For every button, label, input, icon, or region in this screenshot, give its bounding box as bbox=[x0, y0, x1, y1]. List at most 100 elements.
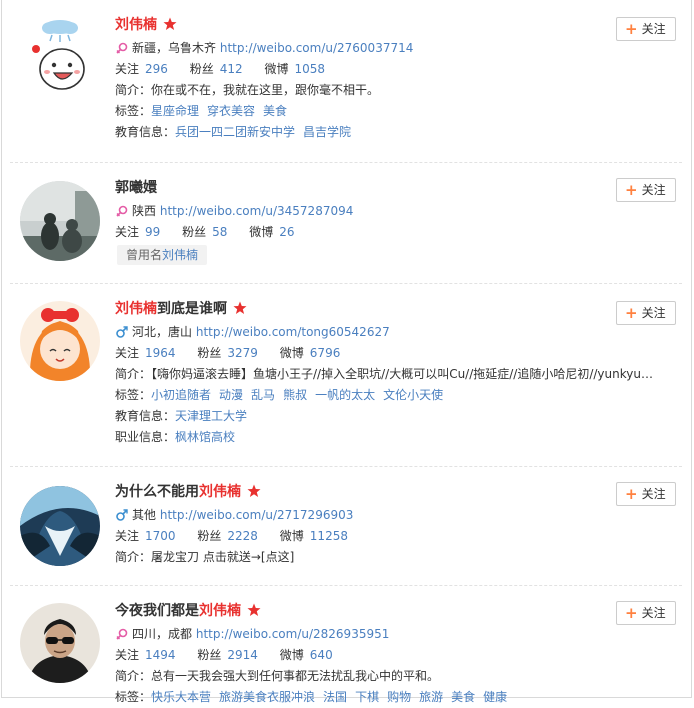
follow-label: 关注 bbox=[641, 606, 666, 620]
tags-label: 标签： bbox=[115, 690, 152, 704]
edu-label: 教育信息： bbox=[115, 125, 176, 139]
female-icon bbox=[116, 205, 128, 217]
tag[interactable]: 小初追随者 bbox=[151, 388, 211, 402]
user-name-part[interactable]: 刘伟楠 bbox=[115, 17, 157, 33]
follow-button[interactable]: + 关注 bbox=[616, 482, 676, 506]
posts-label: 微博 bbox=[279, 529, 304, 543]
posts-label: 微博 bbox=[264, 62, 289, 76]
bio-text: 屠龙宝刀 点击就送→[点这] bbox=[151, 550, 295, 564]
follow-button[interactable]: + 关注 bbox=[616, 301, 676, 325]
posts-count[interactable]: 640 bbox=[310, 648, 333, 662]
plus-icon: + bbox=[625, 485, 638, 503]
user-name[interactable]: 今夜我们都是刘伟楠 bbox=[115, 601, 595, 621]
following-label: 关注 bbox=[115, 346, 140, 360]
fans-count[interactable]: 58 bbox=[212, 225, 227, 239]
follow-button[interactable]: + 关注 bbox=[616, 178, 676, 202]
tag[interactable]: 动漫 bbox=[219, 388, 243, 402]
user-name-part[interactable]: 到底是谁啊 bbox=[157, 301, 227, 317]
follow-button[interactable]: + 关注 bbox=[616, 601, 676, 625]
school-link[interactable]: 天津理工大学 bbox=[175, 409, 247, 423]
bio-label: 简介： bbox=[115, 669, 152, 683]
user-name[interactable]: 刘伟楠 bbox=[115, 15, 595, 35]
avatar[interactable] bbox=[20, 301, 100, 381]
school-link[interactable]: 兵团一四二团新安中学 bbox=[175, 125, 295, 139]
fans-count[interactable]: 2914 bbox=[227, 648, 258, 662]
tag[interactable]: 快乐大本营 bbox=[151, 690, 211, 704]
user-name-part[interactable]: 郭曦嬛 bbox=[115, 180, 157, 196]
user-name-part[interactable]: 刘伟楠 bbox=[199, 484, 241, 500]
used-name-label: 曾用名 bbox=[126, 248, 163, 262]
female-icon bbox=[116, 42, 128, 54]
user-name-part[interactable]: 今夜我们都是 bbox=[115, 603, 199, 619]
fans-label: 粉丝 bbox=[182, 225, 207, 239]
posts-count[interactable]: 11258 bbox=[310, 529, 348, 543]
avatar[interactable] bbox=[20, 181, 100, 261]
divider bbox=[10, 585, 682, 586]
location: 陕西 bbox=[132, 204, 157, 218]
avatar[interactable] bbox=[20, 486, 100, 566]
edu-label: 教育信息： bbox=[115, 409, 176, 423]
tag[interactable]: 下棋 bbox=[355, 690, 379, 704]
tag[interactable]: 星座命理 bbox=[151, 104, 199, 118]
follow-button[interactable]: + 关注 bbox=[616, 17, 676, 41]
tag[interactable]: 美食 bbox=[451, 690, 475, 704]
tag[interactable]: 穿衣美容 bbox=[207, 104, 255, 118]
following-count[interactable]: 1964 bbox=[145, 346, 176, 360]
user-name[interactable]: 郭曦嬛 bbox=[115, 178, 595, 198]
plus-icon: + bbox=[625, 304, 638, 322]
divider bbox=[10, 283, 682, 284]
user-name-part[interactable]: 刘伟楠 bbox=[199, 603, 241, 619]
profile-link[interactable]: http://weibo.com/tong60542627 bbox=[196, 325, 390, 339]
bio-text: 【嗨你妈逼滚去睡】鱼塘小王子//掉入全职坑//大概可以叫Cu//拖延症//追随小… bbox=[151, 367, 653, 381]
following-count[interactable]: 99 bbox=[145, 225, 160, 239]
following-count[interactable]: 1494 bbox=[145, 648, 176, 662]
location: 其他 bbox=[132, 508, 157, 522]
tag[interactable]: 文伦小天使 bbox=[383, 388, 443, 402]
divider bbox=[10, 466, 682, 467]
tags-label: 标签： bbox=[115, 388, 152, 402]
following-label: 关注 bbox=[115, 62, 140, 76]
plus-icon: + bbox=[625, 604, 638, 622]
avatar[interactable] bbox=[20, 603, 100, 683]
fans-count[interactable]: 2228 bbox=[227, 529, 258, 543]
avatar[interactable] bbox=[20, 15, 100, 95]
profile-link[interactable]: http://weibo.com/u/2826935951 bbox=[196, 627, 390, 641]
tag[interactable]: 健康 bbox=[483, 690, 507, 704]
posts-count[interactable]: 6796 bbox=[310, 346, 341, 360]
following-count[interactable]: 296 bbox=[145, 62, 168, 76]
user-name[interactable]: 为什么不能用刘伟楠 bbox=[115, 482, 595, 502]
tag[interactable]: 熊叔 bbox=[283, 388, 307, 402]
profile-link[interactable]: http://weibo.com/u/2760037714 bbox=[220, 41, 414, 55]
tag[interactable]: 一帆的太太 bbox=[315, 388, 375, 402]
tag[interactable]: 购物 bbox=[387, 690, 411, 704]
used-name-value[interactable]: 刘伟楠 bbox=[162, 248, 198, 262]
profile-link[interactable]: http://weibo.com/u/2717296903 bbox=[160, 508, 354, 522]
fans-count[interactable]: 3279 bbox=[227, 346, 258, 360]
posts-count[interactable]: 26 bbox=[279, 225, 294, 239]
location: 新疆，乌鲁木齐 bbox=[132, 41, 217, 55]
tag[interactable]: 乱马 bbox=[251, 388, 275, 402]
location: 河北，唐山 bbox=[132, 325, 193, 339]
posts-count[interactable]: 1058 bbox=[295, 62, 326, 76]
bio-label: 简介： bbox=[115, 550, 152, 564]
user-name-part[interactable]: 为什么不能用 bbox=[115, 484, 199, 500]
tag[interactable]: 美食 bbox=[263, 104, 287, 118]
tag[interactable]: 法国 bbox=[323, 690, 347, 704]
follow-label: 关注 bbox=[641, 487, 666, 501]
follow-label: 关注 bbox=[641, 183, 666, 197]
user-name-part[interactable]: 刘伟楠 bbox=[115, 301, 157, 317]
tag[interactable]: 旅游美食衣服冲浪 bbox=[219, 690, 315, 704]
profile-link[interactable]: http://weibo.com/u/3457287094 bbox=[160, 204, 354, 218]
job-label: 职业信息： bbox=[115, 430, 176, 444]
verified-star-icon bbox=[163, 17, 177, 30]
female-icon bbox=[116, 628, 128, 640]
divider bbox=[10, 162, 682, 163]
fans-count[interactable]: 412 bbox=[220, 62, 243, 76]
school-link[interactable]: 昌吉学院 bbox=[303, 125, 351, 139]
plus-icon: + bbox=[625, 181, 638, 199]
following-count[interactable]: 1700 bbox=[145, 529, 176, 543]
user-name[interactable]: 刘伟楠到底是谁啊 bbox=[115, 299, 595, 319]
company-link[interactable]: 枫林馆高校 bbox=[175, 430, 235, 444]
fans-label: 粉丝 bbox=[197, 648, 222, 662]
tag[interactable]: 旅游 bbox=[419, 690, 443, 704]
